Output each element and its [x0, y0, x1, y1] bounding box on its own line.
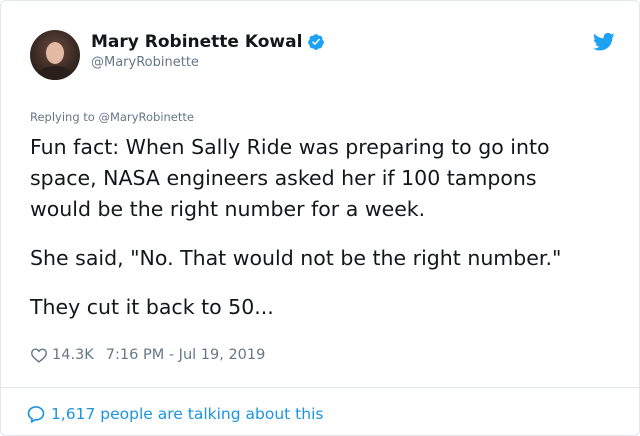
like-count[interactable]: 14.3K	[52, 347, 94, 363]
tweet-paragraph: Fun fact: When Sally Ride was preparing …	[30, 135, 550, 221]
author-name-row[interactable]: Mary Robinette Kowal	[91, 31, 325, 53]
talking-count-text[interactable]: 1,617 people are talking about this	[51, 405, 323, 423]
tweet-meta-row: 14.3K 7:16 PM - Jul 19, 2019	[30, 345, 265, 365]
author-name[interactable]: Mary Robinette Kowal	[91, 32, 302, 52]
tweet-paragraph: She said, "No. That would not be the rig…	[30, 246, 562, 270]
tweet-paragraph: They cut it back to 50...	[30, 295, 274, 319]
replying-to-line: Replying to @MaryRobinette	[30, 110, 194, 124]
footer-divider	[1, 387, 639, 388]
author-handle[interactable]: @MaryRobinette	[91, 55, 199, 70]
twitter-bird-icon[interactable]	[593, 32, 615, 52]
author-avatar[interactable]	[30, 30, 80, 80]
speech-bubble-icon	[27, 406, 45, 423]
tweet-timestamp[interactable]: 7:16 PM - Jul 19, 2019	[106, 347, 266, 363]
tweet-text: Fun fact: When Sally Ride was preparing …	[30, 132, 615, 323]
verified-badge-icon	[308, 34, 325, 50]
replying-to-label: Replying to	[30, 110, 95, 124]
avatar-face	[46, 42, 64, 64]
replying-to-handle[interactable]: @MaryRobinette	[99, 110, 194, 124]
conversation-link[interactable]: 1,617 people are talking about this	[26, 403, 323, 425]
avatar-shoulders	[36, 66, 74, 80]
tweet-card: Mary Robinette Kowal @MaryRobinette Repl…	[0, 0, 640, 436]
heart-outline-icon[interactable]	[30, 347, 48, 363]
